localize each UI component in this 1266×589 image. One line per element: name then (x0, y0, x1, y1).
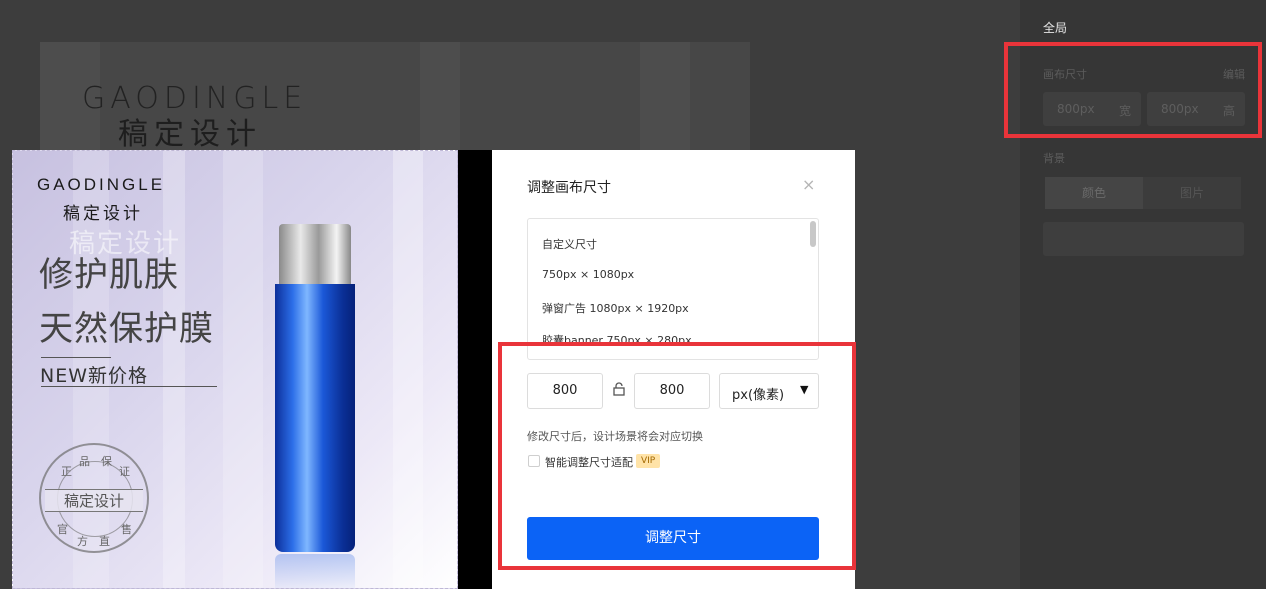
modal-overlay-gap (458, 150, 492, 589)
background-brand-cn: 稿定设计 (118, 117, 262, 152)
poster-headline-1: 修护肌肤 (39, 255, 179, 295)
resize-submit-button[interactable]: 调整尺寸 (527, 517, 819, 560)
chevron-down-icon: ▼ (800, 383, 809, 396)
bottle-cap (279, 224, 351, 286)
seal-char: 官 (57, 523, 68, 536)
tab-color[interactable]: 颜色 (1045, 177, 1143, 209)
list-scrollbar[interactable] (810, 221, 816, 247)
seal-char: 证 (119, 465, 130, 478)
poster-brand-en: GAODINGLE (37, 175, 166, 194)
seal-char: 品 (79, 455, 90, 468)
color-swatch-field[interactable] (1043, 222, 1244, 256)
width-field-value: 800px (1057, 102, 1095, 116)
height-input[interactable]: 800 (634, 373, 710, 409)
unit-select-value: px(像素) (732, 388, 785, 403)
size-option[interactable]: 弹窗广告 1080px × 1920px (542, 300, 689, 316)
seal-char: 直 (99, 535, 110, 548)
smart-resize-checkbox[interactable] (528, 455, 540, 467)
poster-brand-cn: 稿定设计 (63, 204, 143, 224)
background-label: 背景 (1043, 152, 1065, 165)
edit-link[interactable]: 编辑 (1223, 66, 1245, 82)
width-input[interactable]: 800 (527, 373, 603, 409)
bottle-reflection (275, 554, 355, 588)
poster-preview: GAODINGLE 稿定设计 稿定设计 修护肌肤 天然保护膜 NEW新价格 正 … (12, 150, 458, 589)
poster-headline-2: 天然保护膜 (39, 309, 214, 349)
canvas-size-label: 画布尺寸 (1043, 68, 1087, 81)
seal-char: 方 (77, 535, 88, 548)
resize-hint: 修改尺寸后，设计场景将会对应切换 (527, 430, 703, 443)
background-brand-en: GAODINGLE (82, 81, 308, 116)
size-option[interactable]: 750px × 1080px (542, 268, 634, 281)
seal-char: 保 (101, 455, 112, 468)
poster-divider-bottom (41, 386, 217, 387)
seal-char: 售 (121, 523, 132, 536)
height-field-unit: 高 (1223, 104, 1236, 118)
size-preset-list[interactable]: 自定义尺寸 750px × 1080px 弹窗广告 1080px × 1920p… (527, 218, 819, 360)
unit-select[interactable]: px(像素) ▼ (719, 373, 819, 409)
properties-panel (1020, 0, 1266, 589)
bottle-body (275, 284, 355, 552)
seal-char: 正 (61, 465, 72, 478)
size-option[interactable]: 自定义尺寸 (542, 236, 597, 252)
poster-divider-top (41, 357, 111, 358)
resize-canvas-dialog: 调整画布尺寸 × 自定义尺寸 750px × 1080px 弹窗广告 1080p… (492, 150, 855, 589)
authenticity-seal: 正 品 保 证 稿定设计 官 方 直 售 (39, 443, 149, 553)
panel-title: 全局 (1043, 21, 1068, 35)
width-field-unit: 宽 (1119, 104, 1132, 118)
size-option[interactable]: 胶囊banner 750px × 280px (542, 332, 692, 348)
poster-price-tag: NEW新价格 (40, 365, 149, 387)
close-icon[interactable]: × (802, 175, 815, 194)
dialog-title: 调整画布尺寸 (527, 180, 611, 196)
smart-resize-label[interactable]: 智能调整尺寸适配 (545, 454, 633, 470)
height-field-value: 800px (1161, 102, 1199, 116)
seal-center-text: 稿定设计 (45, 489, 143, 512)
product-bottle-image (275, 224, 355, 588)
lock-icon[interactable] (613, 382, 625, 400)
vip-badge: VIP (636, 454, 661, 468)
tab-image[interactable]: 图片 (1143, 177, 1241, 209)
